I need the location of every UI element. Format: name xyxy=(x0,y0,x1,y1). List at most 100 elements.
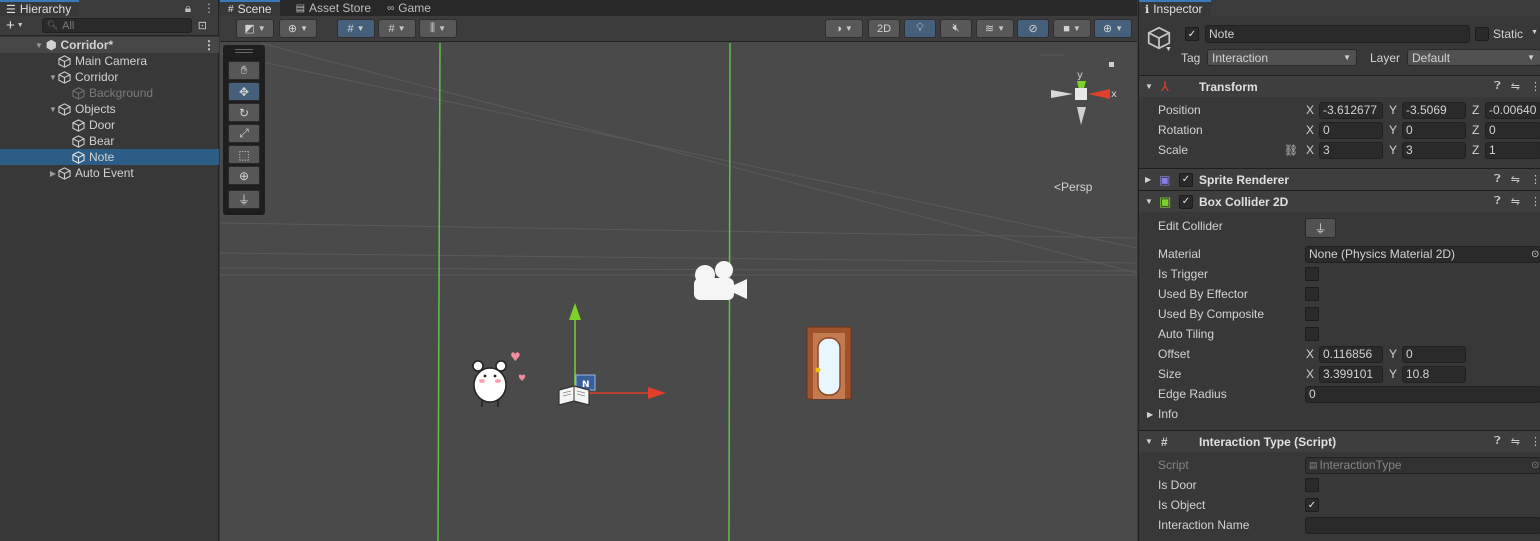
material-field[interactable]: None (Physics Material 2D) xyxy=(1305,245,1540,263)
expand-arrow-icon[interactable]: ▼ xyxy=(1145,82,1153,91)
preset-icon[interactable]: ⇋ xyxy=(1511,80,1520,93)
scale-y-field[interactable]: 3 xyxy=(1402,141,1466,159)
scene-viewport[interactable]: ♥ ♥ N y x <Persp ✋︎ ✥ ↻ ⤢ ⬚ ⊕ ⏚ xyxy=(220,43,1137,541)
rotation-x-field[interactable]: 0 xyxy=(1319,121,1383,139)
audio-toggle[interactable]: 🔇︎ xyxy=(940,19,972,38)
link-icon[interactable]: ⛓︎ xyxy=(1284,144,1298,157)
drag-handle-icon[interactable] xyxy=(235,49,253,53)
box-collider-header[interactable]: ▼ ▣ ✓ Box Collider 2D ❓︎ ⇋ ⋮ xyxy=(1139,190,1540,212)
expand-arrow-icon[interactable]: ▼ xyxy=(1145,437,1153,446)
tab-hierarchy[interactable]: ☰ Hierarchy xyxy=(0,0,80,16)
tree-item-bear[interactable]: Bear xyxy=(0,133,219,149)
edge-radius-field[interactable]: 0 xyxy=(1305,385,1540,403)
expand-arrow-icon[interactable]: ▼ xyxy=(48,73,58,82)
transform-tool-button[interactable]: ⊕ xyxy=(228,166,260,185)
visibility-toggle[interactable]: ⊘ xyxy=(1017,19,1049,38)
rotate-tool-button[interactable]: ↻ xyxy=(228,103,260,122)
search-filter-icon[interactable]: ⊡ xyxy=(198,19,207,32)
tree-item-note[interactable]: Note xyxy=(0,149,219,165)
tree-item-background[interactable]: Background xyxy=(0,85,219,101)
info-foldout[interactable]: ▶ Info xyxy=(1139,404,1540,424)
position-x-field[interactable]: -3.612677 xyxy=(1319,101,1383,119)
component-menu-icon[interactable]: ⋮ xyxy=(1530,435,1540,448)
scene-root-row[interactable]: ▼ ⬢ Corridor* ⋮ xyxy=(0,37,219,53)
component-menu-icon[interactable]: ⋮ xyxy=(1530,195,1540,208)
interaction-type-header[interactable]: ▼ # Interaction Type (Script) ❓︎ ⇋ ⋮ xyxy=(1139,430,1540,452)
size-y-field[interactable]: 10.8 xyxy=(1402,365,1466,383)
hand-tool-button[interactable]: ✋︎ xyxy=(228,61,260,80)
box-collider-enabled-checkbox[interactable]: ✓ xyxy=(1179,194,1193,209)
active-checkbox[interactable]: ✓ xyxy=(1185,27,1199,41)
used-by-composite-checkbox[interactable] xyxy=(1305,307,1319,321)
offset-x-field[interactable]: 0.116856 xyxy=(1319,345,1383,363)
move-gizmo[interactable]: N xyxy=(569,303,666,399)
draw-mode-dropdown[interactable]: ◩ ▼ xyxy=(236,19,274,38)
object-picker-icon[interactable]: ⊙ xyxy=(1531,249,1539,260)
toggle-2d-button[interactable]: 2D xyxy=(868,19,900,38)
note-sprite[interactable] xyxy=(558,385,590,406)
expand-arrow-icon[interactable]: ▼ xyxy=(34,41,44,50)
help-icon[interactable]: ❓︎ xyxy=(1494,80,1501,93)
tab-game[interactable]: ∞ Game xyxy=(379,0,439,16)
auto-tiling-checkbox[interactable] xyxy=(1305,327,1319,341)
offset-y-field[interactable]: 0 xyxy=(1402,345,1466,363)
component-menu-icon[interactable]: ⋮ xyxy=(1530,173,1540,186)
rect-tool-button[interactable]: ⬚ xyxy=(228,145,260,164)
sprite-renderer-header[interactable]: ▶ ▣ ✓ Sprite Renderer ❓︎ ⇋ ⋮ xyxy=(1139,168,1540,190)
tab-scene[interactable]: # Scene xyxy=(220,0,280,16)
scale-z-field[interactable]: 1 xyxy=(1485,141,1540,159)
preset-icon[interactable]: ⇋ xyxy=(1511,173,1520,186)
position-y-field[interactable]: -3.5069 xyxy=(1402,101,1466,119)
expand-arrow-icon[interactable]: ▶ xyxy=(48,169,58,178)
add-button[interactable]: + xyxy=(6,17,15,34)
layer-dropdown[interactable]: Default ▼ xyxy=(1407,49,1540,66)
tree-item-auto-event[interactable]: ▶ Auto Event xyxy=(0,165,219,181)
sprite-renderer-enabled-checkbox[interactable]: ✓ xyxy=(1179,172,1193,187)
effects-dropdown[interactable]: ≋ ▼ xyxy=(976,19,1014,38)
tab-inspector[interactable]: ℹ Inspector xyxy=(1139,0,1211,16)
lighting-toggle[interactable]: 💡︎ xyxy=(904,19,936,38)
lock-icon[interactable]: 🔒︎ xyxy=(183,1,193,16)
expand-arrow-icon[interactable]: ▶ xyxy=(1147,410,1153,419)
rotation-z-field[interactable]: 0 xyxy=(1485,121,1540,139)
is-door-checkbox[interactable] xyxy=(1305,478,1319,492)
size-x-field[interactable]: 3.399101 xyxy=(1319,365,1383,383)
door-sprite[interactable] xyxy=(806,326,852,400)
preset-icon[interactable]: ⇋ xyxy=(1511,435,1520,448)
search-input[interactable]: 🔍︎ All xyxy=(41,18,192,33)
bear-sprite[interactable]: ♥ ♥ xyxy=(472,350,526,407)
rotation-y-field[interactable]: 0 xyxy=(1402,121,1466,139)
transform-header[interactable]: ▼ ⅄ Transform ❓︎ ⇋ ⋮ xyxy=(1139,75,1540,97)
expand-arrow-icon[interactable]: ▼ xyxy=(48,105,58,114)
perspective-toggle[interactable]: <Persp xyxy=(1054,180,1092,194)
orientation-gizmo[interactable]: y x xyxy=(1051,62,1117,125)
move-tool-button[interactable]: ✥ xyxy=(228,82,260,101)
camera-gizmo-icon[interactable] xyxy=(694,261,747,300)
tab-asset-store[interactable]: ▤ Asset Store xyxy=(288,0,379,16)
help-icon[interactable]: ❓︎ xyxy=(1494,173,1501,186)
help-icon[interactable]: ❓︎ xyxy=(1494,195,1501,208)
tag-dropdown[interactable]: Interaction ▼ xyxy=(1207,49,1357,66)
chevron-down-icon[interactable]: ▼ xyxy=(1531,29,1538,36)
ruler-dropdown[interactable]: ⫼ ▼ xyxy=(419,19,457,38)
object-name-field[interactable]: Note xyxy=(1205,25,1470,43)
expand-arrow-icon[interactable]: ▼ xyxy=(1145,197,1153,206)
scene-menu-icon[interactable]: ⋮ xyxy=(203,38,215,52)
global-dropdown[interactable]: ⊕ ▼ xyxy=(279,19,317,38)
position-z-field[interactable]: -0.00640 xyxy=(1485,101,1540,119)
component-menu-icon[interactable]: ⋮ xyxy=(1530,80,1540,93)
gizmos-dropdown[interactable]: ⊕ ▼ xyxy=(1094,19,1132,38)
interaction-name-field[interactable] xyxy=(1305,516,1540,534)
static-checkbox[interactable] xyxy=(1475,27,1489,41)
tree-item-corridor[interactable]: ▼ Corridor xyxy=(0,69,219,85)
used-by-effector-checkbox[interactable] xyxy=(1305,287,1319,301)
camera-dropdown[interactable]: ■ ▼ xyxy=(1053,19,1091,38)
scale-tool-button[interactable]: ⤢ xyxy=(228,124,260,143)
chevron-down-icon[interactable]: ▼ xyxy=(17,22,24,29)
chevron-down-icon[interactable]: ▼ xyxy=(1165,46,1172,53)
is-object-checkbox[interactable]: ✓ xyxy=(1305,498,1319,512)
custom-tool-button[interactable]: ⏚ xyxy=(228,190,260,209)
tree-item-objects[interactable]: ▼ Objects xyxy=(0,101,219,117)
tree-item-main-camera[interactable]: Main Camera xyxy=(0,53,219,69)
shading-mode-dropdown[interactable]: ◑ ▼ xyxy=(825,19,863,38)
